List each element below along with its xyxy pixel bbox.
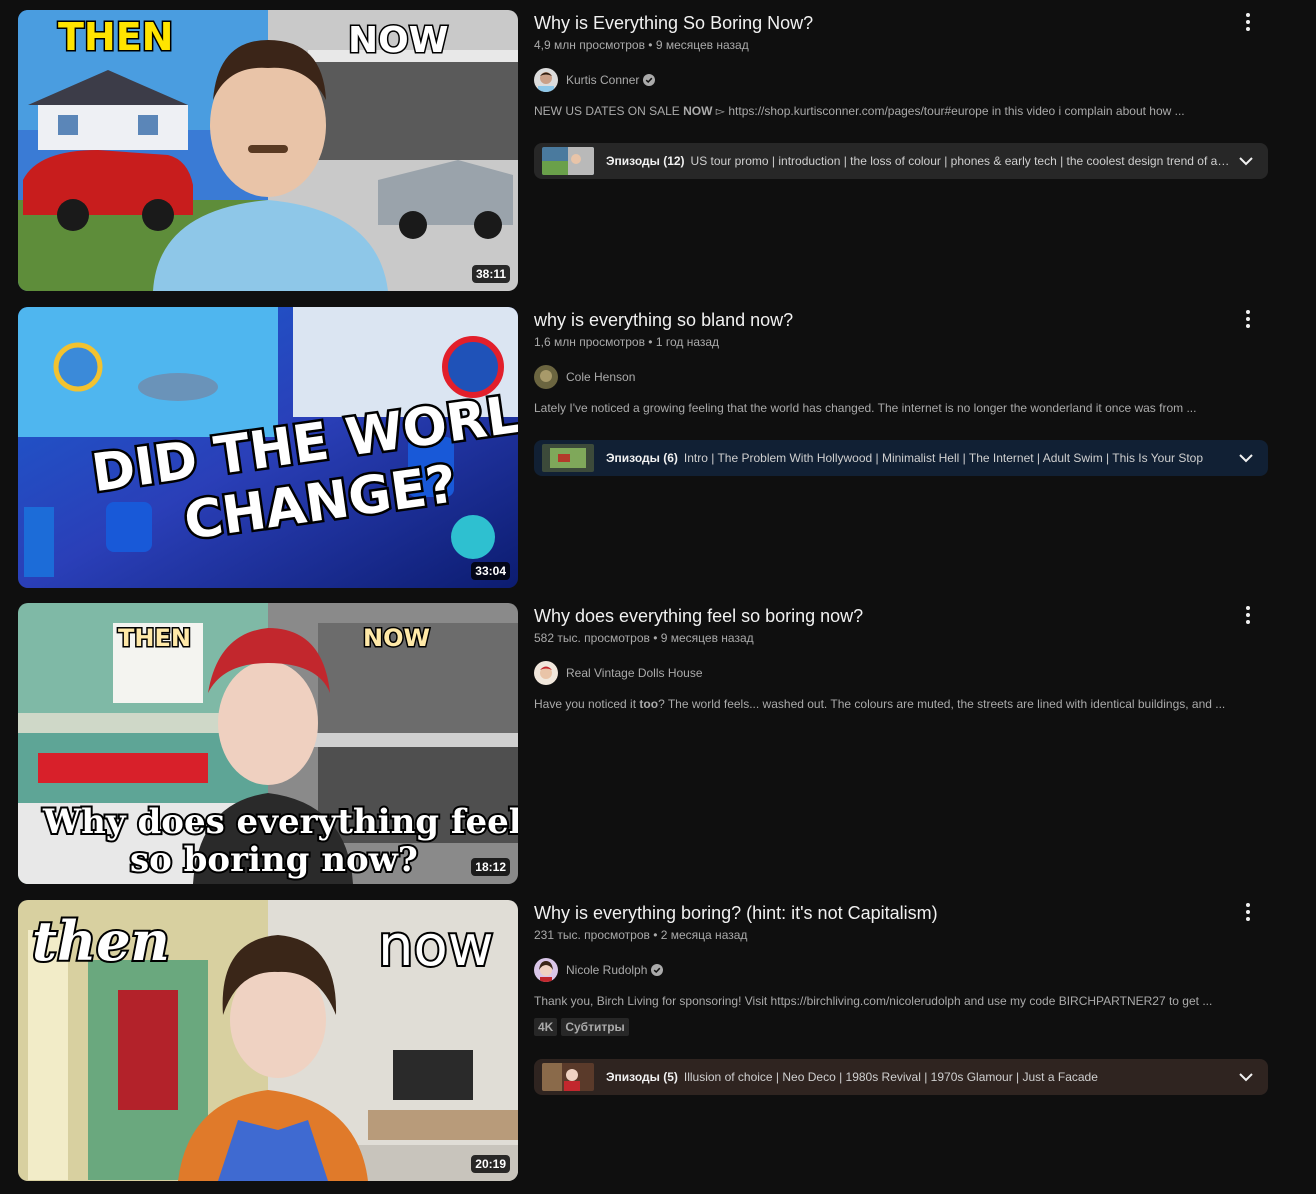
view-count: 1,6 млн просмотров bbox=[534, 335, 645, 349]
desc-text-rest: ▻ https://shop.kurtisconner.com/pages/to… bbox=[712, 104, 1185, 118]
channel-avatar[interactable] bbox=[534, 365, 558, 389]
thumb-then-text: THEN bbox=[118, 624, 191, 652]
more-vert-icon[interactable] bbox=[1238, 902, 1258, 922]
desc-text: Thank you, Birch Living for sponsoring! … bbox=[534, 994, 1213, 1008]
video-description: NEW US DATES ON SALE NOW ▻ https://shop.… bbox=[534, 102, 1268, 120]
chevron-down-icon[interactable] bbox=[1238, 450, 1254, 466]
video-meta: 582 тыс. просмотров • 9 месяцев назад bbox=[534, 631, 754, 645]
channel-name[interactable]: Nicole Rudolph bbox=[566, 963, 647, 977]
desc-text-rest: ? The world feels... washed out. The col… bbox=[658, 697, 1226, 711]
thumb-now-text: NOW bbox=[363, 624, 430, 652]
badge-subtitles: Субтитры bbox=[561, 1018, 629, 1036]
episodes-list: Illusion of choice | Neo Deco | 1980s Re… bbox=[683, 1070, 1098, 1084]
channel-row[interactable]: Cole Henson bbox=[534, 365, 1268, 389]
episodes-bar[interactable]: Эпизоды (12) US tour promo | introductio… bbox=[534, 143, 1268, 179]
verified-check-icon bbox=[651, 964, 664, 976]
video-meta: 4,9 млн просмотров • 9 месяцев назад bbox=[534, 38, 749, 52]
channel-avatar[interactable] bbox=[534, 68, 558, 92]
channel-row[interactable]: Real Vintage Dolls House bbox=[534, 661, 1268, 685]
channel-row[interactable]: Kurtis Conner bbox=[534, 68, 1268, 92]
upload-age: 2 месяца назад bbox=[660, 928, 748, 942]
desc-text: Have you noticed it bbox=[534, 697, 640, 711]
episodes-list: US tour promo | introduction | the loss … bbox=[690, 154, 1231, 168]
video-thumbnail[interactable]: DID THE WORLD CHANGE? 33:04 bbox=[18, 307, 518, 588]
thumb-then-text: then bbox=[32, 909, 170, 973]
badges-row: 4K Субтитры bbox=[534, 1018, 1268, 1036]
more-vert-icon[interactable] bbox=[1238, 12, 1258, 32]
video-duration: 20:19 bbox=[471, 1155, 510, 1173]
more-vert-icon[interactable] bbox=[1238, 309, 1258, 329]
video-description: Have you noticed it too? The world feels… bbox=[534, 695, 1268, 713]
video-result: DID THE WORLD CHANGE? 33:04 why is every… bbox=[18, 307, 1288, 588]
thumbnail-image: THEN NOW bbox=[18, 10, 518, 291]
thumb-then-text: THEN bbox=[58, 15, 173, 59]
badge-4k: 4K bbox=[534, 1018, 558, 1036]
upload-age: 9 месяцев назад bbox=[655, 38, 749, 52]
video-meta: 1,6 млн просмотров • 1 год назад bbox=[534, 335, 720, 349]
thumb-now-text: NOW bbox=[348, 20, 448, 61]
video-thumbnail[interactable]: then now 20:19 bbox=[18, 900, 518, 1181]
search-results: THEN NOW 38:11 Why is Everything So Bori… bbox=[0, 0, 1316, 1194]
view-count: 231 тыс. просмотров bbox=[534, 928, 650, 942]
video-meta: 231 тыс. просмотров • 2 месяца назад bbox=[534, 928, 748, 942]
video-description: Thank you, Birch Living for sponsoring! … bbox=[534, 992, 1268, 1010]
thumb-title-line2: so boring now? bbox=[130, 840, 418, 880]
desc-text: NEW US DATES ON SALE bbox=[534, 104, 684, 118]
channel-avatar[interactable] bbox=[534, 958, 558, 982]
video-title[interactable]: Why does everything feel so boring now? bbox=[534, 603, 1268, 629]
desc-bold: too bbox=[639, 697, 659, 711]
episodes-bar[interactable]: Эпизоды (5) Illusion of choice | Neo Dec… bbox=[534, 1059, 1268, 1095]
video-title[interactable]: why is everything so bland now? bbox=[534, 307, 1268, 333]
chevron-down-icon[interactable] bbox=[1238, 1069, 1254, 1085]
episodes-label: Эпизоды (6) bbox=[606, 451, 678, 465]
thumb-now-text: now bbox=[378, 914, 494, 979]
video-thumbnail[interactable]: THEN NOW 38:11 bbox=[18, 10, 518, 291]
chevron-down-icon[interactable] bbox=[1238, 153, 1254, 169]
thumbnail-image: then now bbox=[18, 900, 518, 1181]
video-info: Why is everything boring? (hint: it's no… bbox=[534, 900, 1268, 1036]
channel-avatar[interactable] bbox=[534, 661, 558, 685]
episode-thumbnail bbox=[542, 147, 594, 175]
desc-bold: NOW bbox=[683, 104, 713, 118]
video-result: THEN NOW 38:11 Why is Everything So Bori… bbox=[18, 10, 1288, 291]
channel-name[interactable]: Kurtis Conner bbox=[566, 73, 639, 87]
video-thumbnail[interactable]: THEN NOW Why does everything feel so bor… bbox=[18, 603, 518, 884]
video-duration: 33:04 bbox=[471, 562, 510, 580]
more-vert-icon[interactable] bbox=[1238, 605, 1258, 625]
video-title[interactable]: Why is Everything So Boring Now? bbox=[534, 10, 1268, 36]
upload-age: 1 год назад bbox=[655, 335, 720, 349]
thumbnail-image: THEN NOW Why does everything feel so bor… bbox=[18, 603, 518, 884]
episodes-bar[interactable]: Эпизоды (6) Intro | The Problem With Hol… bbox=[534, 440, 1268, 476]
video-duration: 18:12 bbox=[471, 858, 510, 876]
video-description: Lately I've noticed a growing feeling th… bbox=[534, 399, 1268, 417]
video-result: THEN NOW Why does everything feel so bor… bbox=[18, 603, 1288, 884]
desc-text: Lately I've noticed a growing feeling th… bbox=[534, 401, 1197, 415]
thumb-title-line1: Why does everything feel bbox=[42, 802, 518, 842]
video-result: then now 20:19 Why is everything boring?… bbox=[18, 900, 1288, 1181]
episodes-label: Эпизоды (12) bbox=[606, 154, 685, 168]
view-count: 582 тыс. просмотров bbox=[534, 631, 650, 645]
upload-age: 9 месяцев назад bbox=[660, 631, 754, 645]
thumbnail-image: DID THE WORLD CHANGE? bbox=[18, 307, 518, 588]
channel-row[interactable]: Nicole Rudolph bbox=[534, 958, 1268, 982]
video-info: why is everything so bland now? 1,6 млн … bbox=[534, 307, 1268, 417]
channel-name[interactable]: Real Vintage Dolls House bbox=[566, 666, 703, 680]
video-title[interactable]: Why is everything boring? (hint: it's no… bbox=[534, 900, 1268, 926]
video-info: Why does everything feel so boring now? … bbox=[534, 603, 1268, 713]
episodes-list: Intro | The Problem With Hollywood | Min… bbox=[683, 451, 1204, 465]
episode-thumbnail bbox=[542, 444, 594, 472]
video-duration: 38:11 bbox=[471, 265, 510, 283]
episodes-label: Эпизоды (5) bbox=[606, 1070, 678, 1084]
channel-name[interactable]: Cole Henson bbox=[566, 370, 635, 384]
video-info: Why is Everything So Boring Now? 4,9 млн… bbox=[534, 10, 1268, 120]
verified-check-icon bbox=[643, 74, 656, 86]
view-count: 4,9 млн просмотров bbox=[534, 38, 645, 52]
episode-thumbnail bbox=[542, 1063, 594, 1091]
